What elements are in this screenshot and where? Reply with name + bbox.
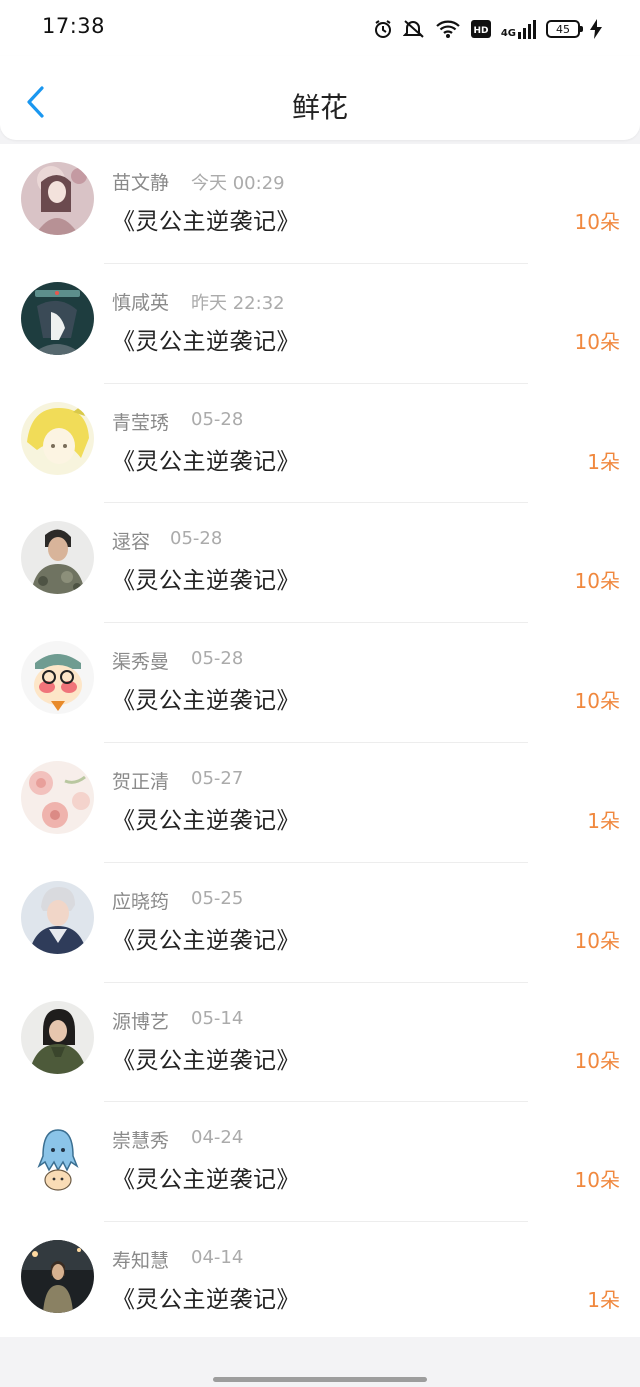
flower-count: 10朵 — [574, 210, 620, 234]
svg-text:HD: HD — [473, 26, 488, 36]
timestamp: 05-14 — [191, 1007, 244, 1029]
flower-count: 10朵 — [574, 1048, 620, 1073]
book-title: 《灵公主逆袭记》 — [112, 688, 300, 715]
avatar[interactable] — [21, 401, 94, 475]
battery-icon: 45 — [546, 20, 583, 38]
book-title: 《灵公主逆袭记》 — [112, 927, 300, 954]
man-camo-shirt-icon — [21, 521, 94, 595]
user-name: 贺正清 — [112, 770, 170, 793]
timestamp: 04-14 — [191, 1247, 244, 1269]
book-title: 《灵公主逆袭记》 — [112, 448, 300, 475]
book-title: 《灵公主逆袭记》 — [112, 1167, 300, 1194]
user-name: 应晓筠 — [112, 890, 170, 913]
flower-count: 1朵 — [587, 1288, 620, 1313]
book-title: 《灵公主逆袭记》 — [112, 568, 300, 595]
blue-octopus-icon — [21, 1120, 94, 1194]
home-indicator[interactable] — [213, 1377, 427, 1382]
user-name: 苗文静 — [112, 172, 170, 194]
avatar[interactable] — [21, 1000, 94, 1074]
list-item[interactable]: 慎咸英 昨天 22:32 《灵公主逆袭记》 10朵 — [0, 264, 640, 384]
list-item[interactable]: 源博艺 05-14 《灵公主逆袭记》 10朵 — [0, 983, 640, 1103]
user-name: 逯容 — [112, 531, 151, 554]
timestamp: 05-28 — [191, 648, 244, 670]
status-bar: 17:38 HD 4G 45 — [0, 0, 640, 56]
user-name: 寿知慧 — [112, 1250, 170, 1273]
timestamp: 05-28 — [170, 528, 223, 550]
flower-count: 1朵 — [587, 449, 620, 474]
list-item[interactable]: 应晓筠 05-25 《灵公主逆袭记》 10朵 — [0, 863, 640, 983]
avatar[interactable] — [21, 1120, 94, 1194]
list-item[interactable]: 贺正清 05-27 《灵公主逆袭记》 1朵 — [0, 743, 640, 863]
flower-count: 10朵 — [574, 569, 620, 594]
silver-hair-man-icon — [21, 880, 94, 954]
charging-icon — [590, 19, 602, 39]
anime-boy-icon — [21, 281, 94, 355]
flower-count: 10朵 — [574, 1168, 620, 1193]
timestamp: 05-25 — [191, 887, 244, 909]
book-title: 《灵公主逆袭记》 — [112, 1047, 300, 1074]
alarm-icon — [374, 20, 391, 38]
user-name: 青莹琇 — [112, 411, 170, 434]
user-name: 慎咸英 — [112, 291, 170, 314]
header-bar: 鲜花 — [0, 56, 640, 140]
book-title: 《灵公主逆袭记》 — [112, 209, 300, 235]
woman-green-coat-icon — [21, 1000, 94, 1074]
girl-illustration-icon — [21, 162, 94, 235]
avatar[interactable] — [21, 162, 94, 235]
timestamp: 04-24 — [191, 1127, 244, 1149]
avatar[interactable] — [21, 281, 94, 355]
night-portrait-icon — [21, 1240, 94, 1314]
timestamp: 05-28 — [191, 408, 244, 430]
avatar[interactable] — [21, 521, 94, 595]
network-type: 4G — [500, 28, 516, 39]
status-icons: HD 4G 45 — [373, 16, 602, 42]
page-title: 鲜花 — [291, 91, 348, 124]
user-name: 崇慧秀 — [112, 1130, 170, 1153]
list-item[interactable]: 崇慧秀 04-24 《灵公主逆袭记》 10朵 — [0, 1102, 640, 1223]
user-name: 源博艺 — [112, 1010, 170, 1033]
avatar[interactable] — [21, 760, 94, 834]
yellow-anime-icon — [21, 401, 94, 475]
status-time: 17:38 — [42, 14, 106, 38]
list-item[interactable]: 渠秀曼 05-28 《灵公主逆袭记》 10朵 — [0, 623, 640, 743]
mute-icon — [402, 20, 424, 38]
pink-flowers-icon — [21, 760, 94, 834]
list-item[interactable]: 寿知慧 04-14 《灵公主逆袭记》 1朵 — [0, 1222, 640, 1342]
flower-count: 10朵 — [574, 689, 620, 714]
avatar[interactable] — [21, 880, 94, 954]
book-title: 《灵公主逆袭记》 — [112, 1287, 300, 1314]
timestamp: 昨天 22:32 — [191, 292, 285, 314]
flower-count: 10朵 — [574, 329, 620, 354]
timestamp: 今天 00:29 — [191, 173, 285, 194]
timestamp: 05-27 — [191, 767, 244, 789]
user-name: 渠秀曼 — [112, 651, 170, 674]
avatar[interactable] — [21, 1240, 94, 1314]
list-item[interactable]: 苗文静 今天 00:29 《灵公主逆袭记》 10朵 — [0, 144, 640, 264]
flower-count: 1朵 — [587, 808, 620, 833]
list-item[interactable]: 青莹琇 05-28 《灵公主逆袭记》 1朵 — [0, 384, 640, 504]
flower-list: 苗文静 今天 00:29 《灵公主逆袭记》 10朵 慎咸英 昨天 22:32 《… — [0, 144, 640, 1337]
wifi-icon — [436, 20, 460, 38]
cartoon-detective-icon — [21, 641, 94, 715]
book-title: 《灵公主逆袭记》 — [112, 328, 300, 355]
list-item[interactable]: 逯容 05-28 《灵公主逆袭记》 10朵 — [0, 503, 640, 624]
avatar[interactable] — [21, 641, 94, 715]
hd-icon: HD — [470, 20, 491, 38]
flower-count: 10朵 — [574, 928, 620, 953]
book-title: 《灵公主逆袭记》 — [112, 807, 300, 834]
signal-icon — [518, 20, 536, 39]
